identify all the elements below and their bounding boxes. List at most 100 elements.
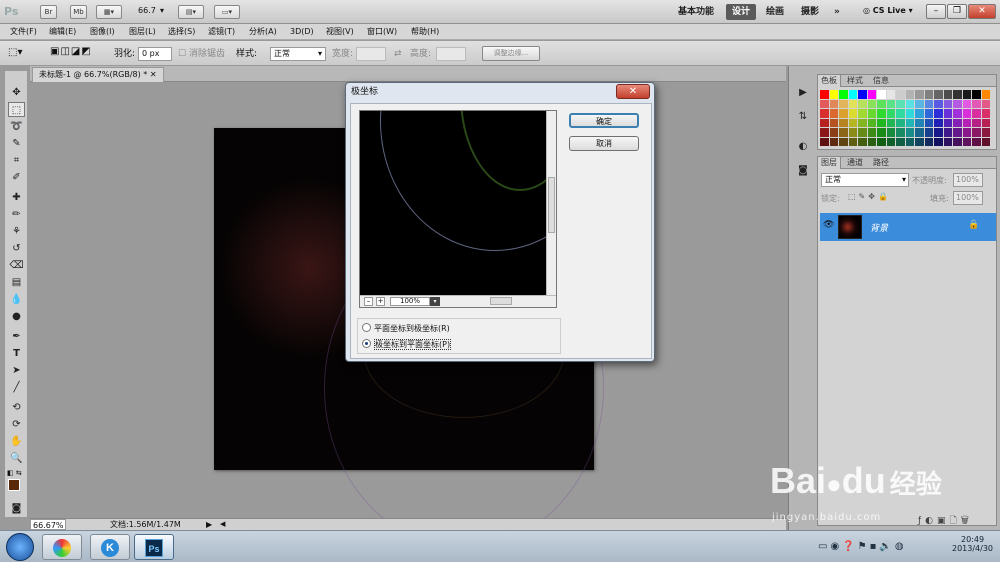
color-swatch[interactable] bbox=[943, 90, 952, 99]
color-swatch[interactable] bbox=[820, 137, 829, 146]
color-swatch[interactable] bbox=[953, 137, 962, 146]
color-swatch[interactable] bbox=[896, 99, 905, 108]
color-swatch[interactable] bbox=[858, 99, 867, 108]
color-swatch[interactable] bbox=[829, 109, 838, 118]
pen-tool-icon[interactable]: ✒ bbox=[8, 329, 25, 344]
color-swatch[interactable] bbox=[820, 128, 829, 137]
menu-window[interactable]: 窗口(W) bbox=[367, 26, 397, 38]
tab-styles[interactable]: 样式 bbox=[844, 75, 866, 87]
radio-rect-to-polar[interactable]: 平面坐标到极坐标(R) bbox=[362, 322, 542, 336]
color-swatch[interactable] bbox=[886, 109, 895, 118]
color-swatch[interactable] bbox=[839, 90, 848, 99]
color-swatch[interactable] bbox=[934, 109, 943, 118]
color-swatch[interactable] bbox=[962, 99, 971, 108]
color-swatch[interactable] bbox=[924, 137, 933, 146]
color-swatch[interactable] bbox=[953, 109, 962, 118]
3d-rotate-tool-icon[interactable]: ⟲ bbox=[8, 400, 25, 415]
blur-tool-icon[interactable]: 💧 bbox=[8, 292, 25, 307]
lasso-tool-icon[interactable]: ➰ bbox=[8, 119, 25, 134]
color-swatch[interactable] bbox=[905, 99, 914, 108]
color-swatch[interactable] bbox=[839, 99, 848, 108]
color-swatch[interactable] bbox=[896, 109, 905, 118]
play-icon[interactable]: ▶ bbox=[795, 86, 811, 100]
restore-button[interactable]: ❐ bbox=[947, 4, 967, 19]
color-swatch[interactable] bbox=[839, 137, 848, 146]
color-swatch[interactable] bbox=[943, 99, 952, 108]
color-swatch[interactable] bbox=[924, 99, 933, 108]
minimize-button[interactable]: – bbox=[926, 4, 946, 19]
move-tool-icon[interactable]: ✥ bbox=[8, 85, 25, 100]
color-swatch[interactable] bbox=[867, 118, 876, 127]
color-swatch[interactable] bbox=[962, 90, 971, 99]
zoom-dropdown-icon[interactable]: ▾ bbox=[160, 6, 164, 15]
workspace-photography[interactable]: 摄影 bbox=[795, 4, 825, 20]
tab-swatches[interactable]: 色板 bbox=[818, 75, 841, 87]
opacity-input[interactable]: 100% bbox=[953, 173, 983, 187]
color-swatch[interactable] bbox=[839, 118, 848, 127]
screen-mode-button[interactable]: ▭▾ bbox=[214, 5, 240, 19]
color-swatch[interactable] bbox=[886, 137, 895, 146]
color-swatch[interactable] bbox=[962, 118, 971, 127]
bridge-button[interactable]: Br bbox=[40, 5, 57, 19]
color-swatch[interactable] bbox=[858, 118, 867, 127]
close-tab-icon[interactable]: ✕ bbox=[150, 70, 157, 79]
color-swatch[interactable] bbox=[839, 109, 848, 118]
color-swatch[interactable] bbox=[915, 137, 924, 146]
color-swatch[interactable] bbox=[896, 118, 905, 127]
color-swatch[interactable] bbox=[877, 128, 886, 137]
color-swatch[interactable] bbox=[886, 90, 895, 99]
color-swatch[interactable] bbox=[839, 128, 848, 137]
taskbar-app-photoshop[interactable]: Ps bbox=[134, 534, 174, 560]
menu-filter[interactable]: 滤镜(T) bbox=[208, 26, 235, 38]
tab-channels[interactable]: 通道 bbox=[844, 157, 866, 169]
menu-analysis[interactable]: 分析(A) bbox=[249, 26, 277, 38]
menu-file[interactable]: 文件(F) bbox=[10, 26, 37, 38]
color-swatch[interactable] bbox=[858, 137, 867, 146]
color-swatch[interactable] bbox=[877, 99, 886, 108]
color-swatch[interactable] bbox=[848, 99, 857, 108]
color-swatch[interactable] bbox=[848, 137, 857, 146]
color-swatch[interactable] bbox=[905, 128, 914, 137]
close-app-button[interactable]: ✕ bbox=[968, 4, 996, 19]
taskbar-app-k[interactable]: K bbox=[90, 534, 130, 560]
ok-button[interactable]: 确定 bbox=[569, 113, 639, 128]
color-swatch[interactable] bbox=[924, 118, 933, 127]
color-swatch[interactable] bbox=[848, 118, 857, 127]
menu-edit[interactable]: 编辑(E) bbox=[49, 26, 76, 38]
hand-tool-icon[interactable]: ✋ bbox=[8, 434, 25, 449]
color-swatch[interactable] bbox=[981, 90, 990, 99]
eraser-tool-icon[interactable]: ⌫ bbox=[8, 258, 25, 273]
color-swatch[interactable] bbox=[848, 128, 857, 137]
tab-layers[interactable]: 图层 bbox=[818, 157, 841, 169]
style-select[interactable]: 正常 ▾ bbox=[270, 47, 326, 61]
color-swatch[interactable] bbox=[886, 118, 895, 127]
menu-image[interactable]: 图像(I) bbox=[90, 26, 115, 38]
scroll-thumb[interactable] bbox=[490, 297, 512, 305]
swap-icon[interactable]: ⇄ bbox=[394, 48, 402, 60]
color-swatch[interactable] bbox=[981, 128, 990, 137]
more-workspaces-button[interactable]: » bbox=[828, 4, 846, 20]
preview-vertical-scrollbar[interactable] bbox=[546, 111, 556, 297]
dialog-close-button[interactable]: ✕ bbox=[616, 84, 650, 99]
camera-icon[interactable]: ◙ bbox=[795, 164, 811, 178]
color-swatch[interactable] bbox=[934, 128, 943, 137]
color-swatch[interactable] bbox=[877, 90, 886, 99]
layer-row-background[interactable]: 👁 背景 🔒 bbox=[820, 213, 996, 241]
3d-orbit-tool-icon[interactable]: ⟳ bbox=[8, 417, 25, 432]
workspace-painting[interactable]: 绘画 bbox=[760, 4, 790, 20]
color-swatch[interactable] bbox=[915, 99, 924, 108]
color-swatch[interactable] bbox=[934, 118, 943, 127]
zoom-field[interactable]: 66.67% bbox=[30, 519, 66, 530]
brush-tool-icon[interactable]: ✏ bbox=[8, 207, 25, 222]
layer-name[interactable]: 背景 bbox=[870, 221, 888, 234]
color-swatch[interactable] bbox=[981, 99, 990, 108]
color-swatch[interactable] bbox=[934, 137, 943, 146]
arrange-documents-button[interactable]: ▤▾ bbox=[178, 5, 204, 19]
color-swatch[interactable] bbox=[896, 128, 905, 137]
color-swatch[interactable] bbox=[858, 128, 867, 137]
color-swatch[interactable] bbox=[886, 99, 895, 108]
lock-icons[interactable]: ⬚✎✥🔒 bbox=[848, 192, 891, 201]
tab-paths[interactable]: 路径 bbox=[870, 157, 892, 169]
color-swatch[interactable] bbox=[972, 99, 981, 108]
color-swatch[interactable] bbox=[934, 99, 943, 108]
